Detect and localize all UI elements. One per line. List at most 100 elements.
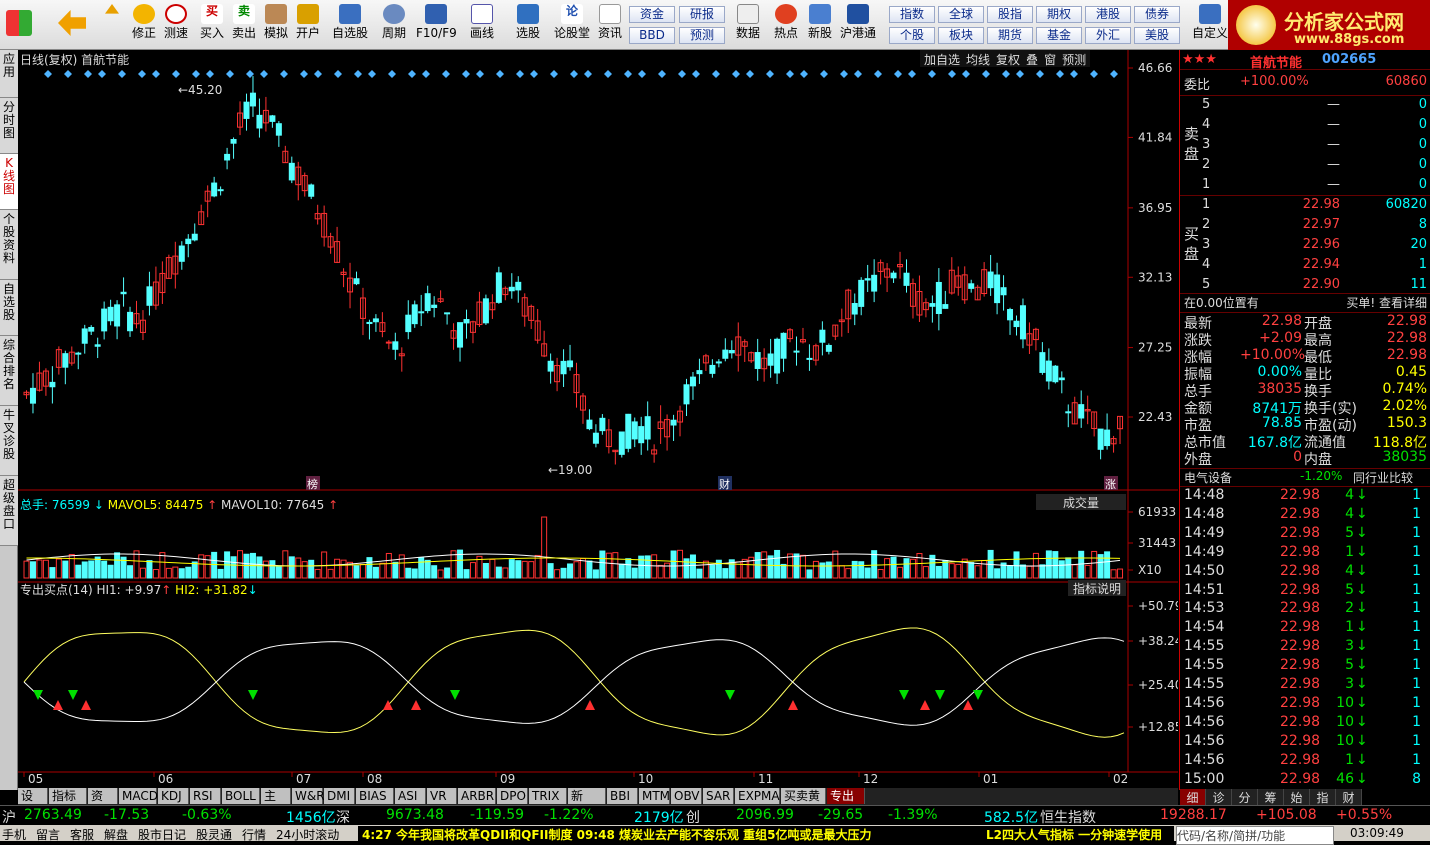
nav-kline[interactable]: K线图	[0, 154, 18, 210]
fix-button[interactable]: 修正	[130, 4, 158, 40]
bottom-bar-link[interactable]: 24小时滚动	[276, 826, 339, 843]
indicator-tab[interactable]: MTM	[639, 788, 670, 804]
quote-tab[interactable]: 始	[1284, 789, 1310, 805]
nav-ranking[interactable]: 综合排名	[0, 336, 18, 406]
indicator-tab[interactable]: 新DMA	[568, 788, 606, 819]
bottom-bar-link[interactable]: 股市日记	[138, 826, 186, 843]
indicator-tab[interactable]: KDJ	[158, 788, 189, 804]
indicator-tab[interactable]: TRIX	[529, 788, 567, 804]
indicator-tab[interactable]: 设置	[18, 788, 48, 819]
indicator-tab[interactable]: DMI	[324, 788, 355, 804]
indicator-tab[interactable]: RSI	[190, 788, 221, 804]
bottom-bar-link[interactable]: 客服	[70, 826, 94, 843]
watchlist-button[interactable]: 自选股	[330, 4, 370, 40]
fund-button[interactable]: 资金	[629, 6, 675, 23]
nav-apps[interactable]: 应用	[0, 50, 18, 98]
indicator-tab[interactable]: 专出买点	[827, 788, 865, 819]
up-arrow-icon[interactable]	[98, 4, 126, 22]
indicator-tab[interactable]: BIAS	[356, 788, 394, 804]
windows-icon[interactable]	[6, 10, 32, 38]
f10-button[interactable]: F10/F9	[416, 4, 457, 40]
hk-connect-button[interactable]: 沪港通	[838, 4, 878, 40]
indicator-tab[interactable]: MACD	[119, 788, 158, 804]
index-button[interactable]: 指数	[889, 6, 935, 23]
book-row[interactable]: 2 22.97 8	[1180, 216, 1430, 236]
research-button[interactable]: 研报	[679, 6, 725, 23]
indicator-tab[interactable]: OBV	[671, 788, 702, 804]
buy-button[interactable]: 买买入	[198, 4, 226, 40]
book-row[interactable]: 3 — 0	[1180, 136, 1430, 156]
book-row[interactable]: 5 — 0	[1180, 96, 1430, 116]
sell-button[interactable]: 卖卖出	[230, 4, 258, 40]
bottom-bar-link[interactable]: 行情	[242, 826, 266, 843]
bottom-bar-link[interactable]: 股灵通	[196, 826, 232, 843]
nav-diagnosis[interactable]: 牛叉诊股	[0, 406, 18, 476]
indicator-tab[interactable]: VR	[427, 788, 457, 804]
indicator-tab[interactable]: DPO	[497, 788, 528, 804]
book-row[interactable]: 3 22.96 20	[1180, 236, 1430, 256]
indicator-tab[interactable]: 买卖黄金线	[781, 788, 826, 819]
draw-button[interactable]: 画线	[464, 4, 500, 40]
volume-dropdown[interactable]: 成交量	[1036, 494, 1126, 510]
code-search-input[interactable]: 代码/名称/简拼/功能	[1176, 826, 1334, 845]
nav-intraday[interactable]: 分时图	[0, 98, 18, 154]
indicator-tab[interactable]: BOLL	[222, 788, 260, 804]
forecast-button[interactable]: 预测	[679, 27, 725, 44]
data-button[interactable]: 数据	[732, 4, 764, 40]
period-button[interactable]: 周期	[374, 4, 414, 40]
indicator-tab[interactable]: ASI	[395, 788, 426, 804]
kline-chart-area[interactable]: 日线(复权) 首航节能 加自选 均线 复权 叠 窗 预测 46.66 41.84 3…	[18, 50, 1178, 790]
bottom-bar-link[interactable]: 解盘	[104, 826, 128, 843]
nav-super-panel[interactable]: 超级盘口	[0, 476, 18, 546]
quote-tab[interactable]: 细	[1180, 789, 1206, 805]
quote-tab[interactable]: 指	[1310, 789, 1336, 805]
book-row[interactable]: 4 — 0	[1180, 116, 1430, 136]
us-stock-button[interactable]: 美股	[1134, 27, 1180, 44]
book-row[interactable]: 4 22.94 1	[1180, 256, 1430, 276]
forex-button[interactable]: 外汇	[1085, 27, 1131, 44]
indicator-tab[interactable]: SAR	[703, 788, 734, 804]
indicator-tab[interactable]: BBI	[607, 788, 638, 804]
futures-button[interactable]: 期货	[987, 27, 1033, 44]
quote-tab[interactable]: 诊	[1206, 789, 1232, 805]
book-row[interactable]: 1 — 0	[1180, 176, 1430, 196]
indicator-help-button[interactable]: 指标说明	[1068, 580, 1126, 596]
quote-tab[interactable]: 分	[1232, 789, 1258, 805]
bond-button[interactable]: 债券	[1134, 6, 1180, 23]
bbd-button[interactable]: BBD	[629, 27, 675, 44]
stock-select-button[interactable]: 选股	[510, 4, 546, 40]
book-row[interactable]: 2 — 0	[1180, 156, 1430, 176]
open-account-button[interactable]: 开户	[294, 4, 322, 40]
quote-tab[interactable]: 筹	[1258, 789, 1284, 805]
promo-link[interactable]: L2四大人气指标 一分钟速学使用	[986, 826, 1174, 843]
simulate-button[interactable]: 模拟	[262, 4, 290, 40]
indicator-tab[interactable]: 资讯	[88, 788, 118, 819]
fund-market-button[interactable]: 基金	[1036, 27, 1082, 44]
news-button[interactable]: 资讯	[594, 4, 626, 40]
buy-detail-link[interactable]: 买单! 查看详细	[1346, 294, 1427, 311]
speedtest-button[interactable]: 测速	[162, 4, 190, 40]
bottom-bar-link[interactable]: 留言	[36, 826, 60, 843]
indicator-tab[interactable]: EXPMA	[735, 788, 780, 804]
global-button[interactable]: 全球	[938, 6, 984, 23]
forum-button[interactable]: 论论股堂	[552, 4, 592, 40]
indicator-tab[interactable]: W&R	[292, 788, 325, 804]
industry-compare-link[interactable]: 同行业比较	[1353, 469, 1413, 486]
nav-stock-info[interactable]: 个股资料	[0, 210, 18, 280]
indicator-tab[interactable]: ARBR	[458, 788, 496, 804]
indicator-tab[interactable]: 主力	[261, 788, 291, 819]
ipo-button[interactable]: 新股	[804, 4, 836, 40]
indicator-tab[interactable]: 指标平台	[49, 788, 87, 819]
back-arrow-icon[interactable]	[58, 10, 86, 38]
single-stock-button[interactable]: 个股	[889, 27, 935, 44]
hk-stock-button[interactable]: 港股	[1085, 6, 1131, 23]
hot-button[interactable]: 热点	[770, 4, 802, 40]
sector-button[interactable]: 板块	[938, 27, 984, 44]
customize-button[interactable]: 自定义	[1192, 4, 1228, 40]
options-button[interactable]: 期权	[1036, 6, 1082, 23]
quote-tab[interactable]: 财	[1336, 789, 1362, 805]
book-row[interactable]: 1 22.98 60820	[1180, 196, 1430, 216]
bottom-bar-link[interactable]: 手机	[2, 826, 26, 843]
nav-watchlist[interactable]: 自选股	[0, 280, 18, 336]
stock-index-button[interactable]: 股指	[987, 6, 1033, 23]
